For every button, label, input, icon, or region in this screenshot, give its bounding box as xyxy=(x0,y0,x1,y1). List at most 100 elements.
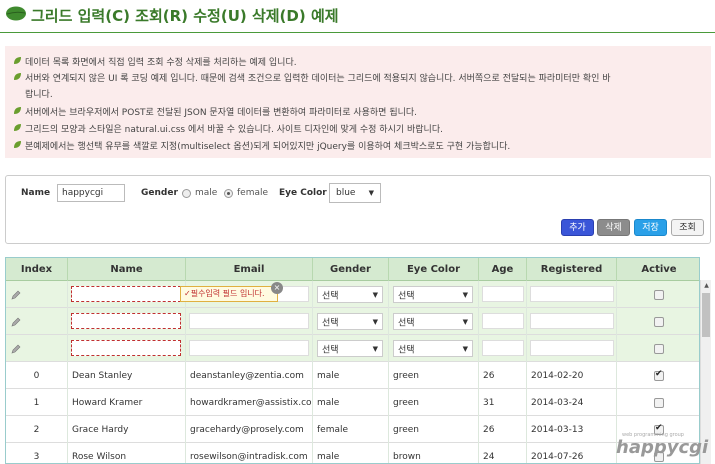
row-registered: 2014-02-20 xyxy=(531,370,584,381)
save-button[interactable]: 저장 xyxy=(634,219,667,236)
leaf-icon xyxy=(6,6,26,21)
table-row[interactable]: 2 Grace Hardy gracehardy@prosely.com fem… xyxy=(6,416,699,443)
email-input[interactable] xyxy=(189,340,309,356)
chevron-up-icon[interactable]: ▲ xyxy=(701,280,712,291)
leaf-bullet-icon xyxy=(14,141,21,148)
row-gender: male xyxy=(317,370,340,381)
pencil-icon xyxy=(11,344,21,354)
row-eye-color: green xyxy=(393,424,419,435)
row-email: rosewilson@intradisk.com xyxy=(190,451,308,462)
gender-select[interactable]: 선택 ▼ xyxy=(317,286,383,303)
column-header-age[interactable]: Age xyxy=(479,258,527,281)
gender-female-radio[interactable] xyxy=(224,189,233,198)
column-header-gender[interactable]: Gender xyxy=(313,258,389,281)
row-name: Grace Hardy xyxy=(72,424,129,435)
row-registered: 2014-07-26 xyxy=(531,451,584,462)
gender-select[interactable]: 선택 ▼ xyxy=(317,313,383,330)
pencil-icon xyxy=(11,317,21,327)
column-header-active[interactable]: Active xyxy=(617,258,699,281)
pencil-icon xyxy=(11,290,21,300)
chevron-down-icon: ▼ xyxy=(462,317,468,326)
email-input[interactable] xyxy=(189,313,309,329)
registered-input[interactable] xyxy=(530,340,614,356)
active-checkbox[interactable] xyxy=(654,343,664,354)
row-index: 3 xyxy=(33,451,40,462)
chevron-down-icon: ▼ xyxy=(372,290,378,299)
gender-select[interactable]: 선택 ▼ xyxy=(317,340,383,357)
row-gender: male xyxy=(317,451,340,462)
gender-male-radio[interactable] xyxy=(182,189,191,198)
row-name: Rose Wilson xyxy=(72,451,127,462)
leaf-bullet-icon xyxy=(14,57,21,64)
row-index: 2 xyxy=(33,424,40,435)
row-eye-color: green xyxy=(393,397,419,408)
row-registered: 2014-03-24 xyxy=(531,397,584,408)
row-gender: male xyxy=(317,397,340,408)
row-name: Howard Kramer xyxy=(72,397,143,408)
row-email: gracehardy@prosely.com xyxy=(190,424,304,435)
name-input[interactable] xyxy=(71,340,181,356)
column-header-index[interactable]: Index xyxy=(6,258,68,281)
name-input[interactable]: happycgi xyxy=(57,184,125,202)
row-age: 31 xyxy=(483,397,495,408)
column-header-registered[interactable]: Registered xyxy=(527,258,617,281)
active-checkbox[interactable] xyxy=(654,316,664,327)
add-button[interactable]: 추가 xyxy=(561,219,594,236)
row-eye-color: brown xyxy=(393,451,421,462)
table-row[interactable]: 3 Rose Wilson rosewilson@intradisk.com m… xyxy=(6,443,699,463)
notice-line: 본예제에서는 행선택 유무를 색깔로 지정(multiselect 옵션)되게 … xyxy=(13,139,510,152)
search-button[interactable]: 조회 xyxy=(671,219,704,236)
age-input[interactable] xyxy=(482,340,524,356)
gender-male-label: male xyxy=(195,188,218,198)
age-input[interactable] xyxy=(482,286,524,302)
row-email: deanstanley@zentia.com xyxy=(190,370,304,381)
scrollbar-thumb[interactable] xyxy=(702,293,710,337)
active-checkbox[interactable] xyxy=(654,397,664,408)
eye-color-select[interactable]: 선택 ▼ xyxy=(393,313,473,330)
delete-button[interactable]: 삭제 xyxy=(597,219,630,236)
column-header-name[interactable]: Name xyxy=(68,258,186,281)
chevron-down-icon: ▼ xyxy=(372,344,378,353)
eye-color-select[interactable]: 선택 ▼ xyxy=(393,286,473,303)
close-icon[interactable]: × xyxy=(271,282,283,294)
new-table-row[interactable]: 선택 ▼ 선택 ▼ xyxy=(6,281,699,308)
leaf-bullet-icon xyxy=(14,107,21,114)
new-table-row[interactable]: 선택 ▼ 선택 ▼ xyxy=(6,335,699,362)
table-row[interactable]: 1 Howard Kramer howardkramer@assistix.co… xyxy=(6,389,699,416)
gender-female-label: female xyxy=(237,188,269,198)
notice-line: 그리드의 모양과 스타일은 natural.ui.css 에서 바꿀 수 있습니… xyxy=(13,122,443,135)
new-table-row[interactable]: 선택 ▼ 선택 ▼ xyxy=(6,308,699,335)
eye-color-select[interactable]: blue ▼ xyxy=(329,183,381,203)
registered-input[interactable] xyxy=(530,313,614,329)
column-header-email[interactable]: Email xyxy=(186,258,313,281)
happycgi-logo: web programming group happycgi xyxy=(616,432,709,458)
name-input[interactable] xyxy=(71,286,181,302)
eye-color-label: Eye Color xyxy=(279,188,327,198)
page-title: 그리드 입력(C) 조회(R) 수정(U) 삭제(D) 예제 xyxy=(31,7,339,25)
active-checkbox[interactable] xyxy=(654,289,664,300)
row-index: 0 xyxy=(33,370,40,381)
chevron-down-icon: ▼ xyxy=(462,290,468,299)
column-header-eye-color[interactable]: Eye Color xyxy=(389,258,479,281)
notice-box: 데이터 목록 화면에서 직접 입력 조회 수정 삭제를 처리하는 예제 입니다.… xyxy=(5,46,711,158)
row-age: 26 xyxy=(483,370,495,381)
grid-header: Index Name Email Gender Eye Color Age Re… xyxy=(6,258,699,281)
table-row[interactable]: 0 Dean Stanley deanstanley@zentia.com ma… xyxy=(6,362,699,389)
active-checkbox[interactable] xyxy=(654,369,664,381)
eye-color-select[interactable]: 선택 ▼ xyxy=(393,340,473,357)
row-age: 26 xyxy=(483,424,495,435)
row-index: 1 xyxy=(33,397,40,408)
search-panel: Name happycgi Gender male female Eye Col… xyxy=(5,175,711,244)
age-input[interactable] xyxy=(482,313,524,329)
title-bar: 그리드 입력(C) 조회(R) 수정(U) 삭제(D) 예제 xyxy=(0,0,715,33)
gender-label: Gender xyxy=(141,188,178,198)
chevron-down-icon: ▼ xyxy=(368,189,374,197)
notice-line: 서버에서는 브라우저에서 POST로 전달된 JSON 문자열 데이터를 변환하… xyxy=(13,105,417,118)
notice-line: 데이터 목록 화면에서 직접 입력 조회 수정 삭제를 처리하는 예제 입니다. xyxy=(13,55,297,68)
data-grid: Index Name Email Gender Eye Color Age Re… xyxy=(5,257,700,464)
notice-line: 서버와 연계되지 않은 UI 록 코딩 예제 입니다. 때문에 검색 조건으로 … xyxy=(13,71,611,84)
row-name: Dean Stanley xyxy=(72,370,133,381)
registered-input[interactable] xyxy=(530,286,614,302)
name-input[interactable] xyxy=(71,313,181,329)
notice-line: 랍니다. xyxy=(25,90,53,100)
